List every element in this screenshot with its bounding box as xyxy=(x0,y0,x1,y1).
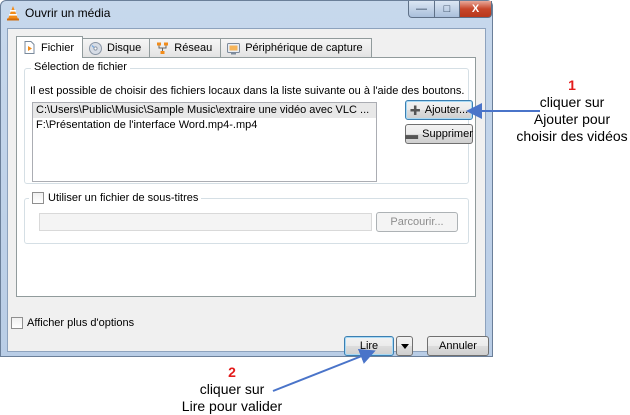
file-selection-hint: Il est possible de choisir des fichiers … xyxy=(30,85,465,97)
tab-network[interactable]: Réseau xyxy=(149,38,222,57)
tab-disc[interactable]: Disque xyxy=(82,38,151,57)
file-list[interactable]: C:\Users\Public\Music\Sample Music\extra… xyxy=(32,102,377,182)
vlc-cone-icon xyxy=(7,6,19,21)
network-icon xyxy=(157,42,169,54)
more-options-row[interactable]: Afficher plus d'options xyxy=(11,317,134,329)
subtitles-checkbox[interactable] xyxy=(32,192,44,204)
annotation-step-1-line: cliquer sur xyxy=(539,94,605,110)
file-list-item[interactable]: C:\Users\Public\Music\Sample Music\extra… xyxy=(33,103,376,118)
annotation-step-1-line: Ajouter pour xyxy=(533,111,611,127)
subtitles-checkbox-row[interactable]: Utiliser un fichier de sous-titres xyxy=(29,192,202,204)
file-selection-group: Sélection de fichier Il est possible de … xyxy=(24,61,473,184)
subtitles-group: Utiliser un fichier de sous-titres Parco… xyxy=(24,192,469,244)
add-button-label: Ajouter... xyxy=(424,104,469,116)
window-title: Ouvrir un média xyxy=(25,6,111,20)
tab-bar: Fichier Disque Réseau Périphérique de ca… xyxy=(16,36,372,58)
more-options-checkbox[interactable] xyxy=(11,317,23,329)
title-bar[interactable]: Ouvrir un média — □ X xyxy=(1,1,492,25)
cancel-button[interactable]: Annuler xyxy=(427,336,489,356)
annotation-step-1-line: choisir des vidéos xyxy=(516,128,628,144)
close-button[interactable]: X xyxy=(459,1,492,18)
tab-capture-device-label: Périphérique de capture xyxy=(245,42,363,54)
file-icon xyxy=(24,41,35,54)
browse-button: Parcourir... xyxy=(376,212,458,232)
tab-capture-device[interactable]: Périphérique de capture xyxy=(220,38,372,57)
annotation-step-1-number: 1 xyxy=(568,77,576,93)
tab-network-label: Réseau xyxy=(174,42,213,54)
tab-disc-label: Disque xyxy=(107,42,142,54)
play-button-label: Lire xyxy=(359,340,379,352)
file-list-item[interactable]: F:\Présentation de l'interface Word.mp4-… xyxy=(33,118,376,133)
file-selection-title: Sélection de fichier xyxy=(31,61,130,73)
annotation-step-2-line: cliquer sur xyxy=(199,381,265,397)
annotation-step-2: 2 cliquer sur Lire pour valider xyxy=(170,364,294,415)
subtitles-file-field xyxy=(39,213,372,231)
play-button[interactable]: Lire xyxy=(344,336,394,356)
tab-file-label: Fichier xyxy=(41,41,75,54)
chevron-down-icon xyxy=(400,343,409,349)
minimize-button[interactable]: — xyxy=(408,1,435,18)
open-media-dialog: Ouvrir un média — □ X Fichier Disque Rés… xyxy=(0,0,493,357)
subtitles-checkbox-label: Utiliser un fichier de sous-titres xyxy=(48,192,199,204)
remove-button-label: Supprimer xyxy=(422,128,473,140)
add-button[interactable]: ✚ Ajouter... xyxy=(405,100,473,120)
annotation-step-2-line: Lire pour valider xyxy=(181,398,283,414)
capture-device-icon xyxy=(227,42,241,54)
file-tab-panel: Sélection de fichier Il est possible de … xyxy=(16,57,476,297)
minus-icon: ▬ xyxy=(405,126,419,142)
plus-icon: ✚ xyxy=(409,102,421,118)
annotation-step-1: 1 cliquer sur Ajouter pour choisir des v… xyxy=(508,77,630,145)
cancel-button-label: Annuler xyxy=(439,340,477,352)
play-dropdown-button[interactable] xyxy=(396,336,413,356)
remove-button[interactable]: ▬ Supprimer xyxy=(405,124,473,144)
more-options-label: Afficher plus d'options xyxy=(27,317,135,329)
annotation-step-2-number: 2 xyxy=(228,364,236,380)
dialog-client-area: Fichier Disque Réseau Périphérique de ca… xyxy=(7,28,489,356)
tab-file[interactable]: Fichier xyxy=(16,36,84,58)
disc-icon xyxy=(89,41,103,55)
maximize-button[interactable]: □ xyxy=(434,1,460,18)
